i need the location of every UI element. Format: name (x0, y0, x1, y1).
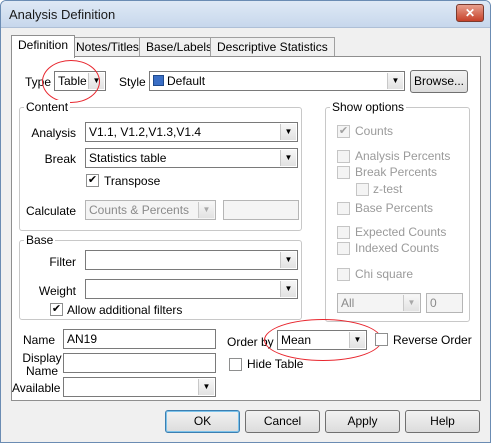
tab-definition[interactable]: Definition (11, 35, 76, 58)
calculate-value: Counts & Percents (89, 203, 190, 217)
analysis-value: V1.1, V1.2,V1.3,V1.4 (89, 125, 202, 139)
display-name-input[interactable] (63, 353, 216, 373)
order-by-value: Mean (281, 333, 312, 347)
chevron-down-icon: ▼ (403, 295, 419, 311)
hide-table-checkbox[interactable] (229, 358, 242, 371)
name-label: Name (22, 333, 55, 347)
counts-label: Counts (355, 124, 394, 138)
order-by-select[interactable]: Mean ▼ (277, 330, 367, 350)
calculate-input[interactable] (223, 200, 299, 220)
definition-panel: Type Table ▼ Style Default ▼ Browse... C… (11, 56, 481, 401)
name-input[interactable]: AN19 (63, 329, 216, 349)
indexed-counts-label: Indexed Counts (355, 241, 440, 255)
show-options-title: Show options (330, 100, 407, 114)
style-select[interactable]: Default ▼ (149, 71, 405, 91)
break-percents-checkbox[interactable] (337, 166, 350, 179)
chi-square-level-input[interactable]: 0 (426, 293, 463, 313)
chevron-down-icon: ▼ (387, 73, 403, 89)
transpose-checkbox[interactable]: ✔ (86, 174, 99, 187)
base-percents-checkbox[interactable] (337, 202, 350, 215)
chi-square-label: Chi square (355, 267, 414, 281)
all-select[interactable]: All ▼ (337, 293, 421, 313)
analysis-definition-dialog: Analysis Definition ✕ Definition Notes/T… (0, 0, 491, 443)
calculate-label: Calculate (26, 204, 77, 218)
chevron-down-icon: ▼ (280, 252, 296, 268)
chevron-down-icon: ▼ (280, 281, 296, 297)
break-percents-label: Break Percents (355, 165, 438, 179)
chevron-down-icon: ▼ (198, 202, 214, 218)
tab-descriptive-statistics[interactable]: Descriptive Statistics (210, 37, 335, 57)
allow-filters-label: Allow additional filters (67, 303, 183, 317)
allow-filters-checkbox[interactable]: ✔ (50, 303, 63, 316)
expected-counts-checkbox[interactable] (337, 226, 350, 239)
counts-checkbox[interactable]: ✔ (337, 125, 350, 138)
apply-button[interactable]: Apply (325, 410, 400, 433)
chi-square-checkbox[interactable] (337, 268, 350, 281)
weight-label: Weight (38, 284, 76, 298)
ok-button[interactable]: OK (165, 410, 240, 433)
tab-base-labels[interactable]: Base/Labels (139, 37, 220, 57)
cancel-button[interactable]: Cancel (245, 410, 320, 433)
display-name-label: Display Name (22, 351, 62, 378)
type-select[interactable]: Table ▼ (54, 71, 106, 91)
style-icon (153, 75, 164, 86)
style-value: Default (167, 74, 206, 88)
chevron-down-icon: ▼ (280, 124, 296, 140)
window-title: Analysis Definition (9, 7, 116, 22)
content-group-title: Content (24, 100, 71, 114)
analysis-label: Analysis (31, 126, 76, 140)
chevron-down-icon: ▼ (280, 150, 296, 166)
browse-button[interactable]: Browse... (410, 70, 468, 93)
title-bar: Analysis Definition ✕ (1, 1, 490, 28)
filter-label: Filter (49, 255, 76, 269)
expected-counts-label: Expected Counts (355, 225, 447, 239)
available-label: Available (12, 381, 61, 395)
style-label: Style (119, 75, 146, 89)
type-label: Type (25, 75, 52, 89)
chevron-down-icon: ▼ (349, 332, 365, 348)
order-by-label: Order by (227, 335, 274, 349)
analysis-percents-checkbox[interactable] (337, 150, 350, 163)
analysis-percents-label: Analysis Percents (355, 149, 451, 163)
all-value: All (341, 296, 355, 310)
weight-select[interactable]: ▼ (85, 279, 298, 299)
available-select[interactable]: ▼ (63, 377, 216, 397)
z-test-label: z-test (373, 182, 403, 196)
reverse-order-checkbox[interactable] (375, 333, 388, 346)
break-value: Statistics table (89, 151, 167, 165)
type-value: Table (58, 74, 87, 88)
chevron-down-icon: ▼ (88, 73, 104, 89)
close-icon[interactable]: ✕ (456, 4, 484, 22)
analysis-select[interactable]: V1.1, V1.2,V1.3,V1.4 ▼ (85, 122, 298, 142)
break-label: Break (44, 152, 76, 166)
tab-notes-titles[interactable]: Notes/Titles (69, 37, 146, 57)
base-group-title: Base (24, 233, 56, 247)
calculate-select[interactable]: Counts & Percents ▼ (85, 200, 216, 220)
reverse-order-label: Reverse Order (393, 333, 472, 347)
base-percents-label: Base Percents (355, 201, 434, 215)
chevron-down-icon: ▼ (198, 379, 214, 395)
hide-table-label: Hide Table (247, 357, 304, 371)
indexed-counts-checkbox[interactable] (337, 242, 350, 255)
transpose-label: Transpose (104, 174, 161, 188)
break-select[interactable]: Statistics table ▼ (85, 148, 298, 168)
help-button[interactable]: Help (405, 410, 480, 433)
filter-select[interactable]: ▼ (85, 250, 298, 270)
z-test-checkbox[interactable] (356, 183, 369, 196)
